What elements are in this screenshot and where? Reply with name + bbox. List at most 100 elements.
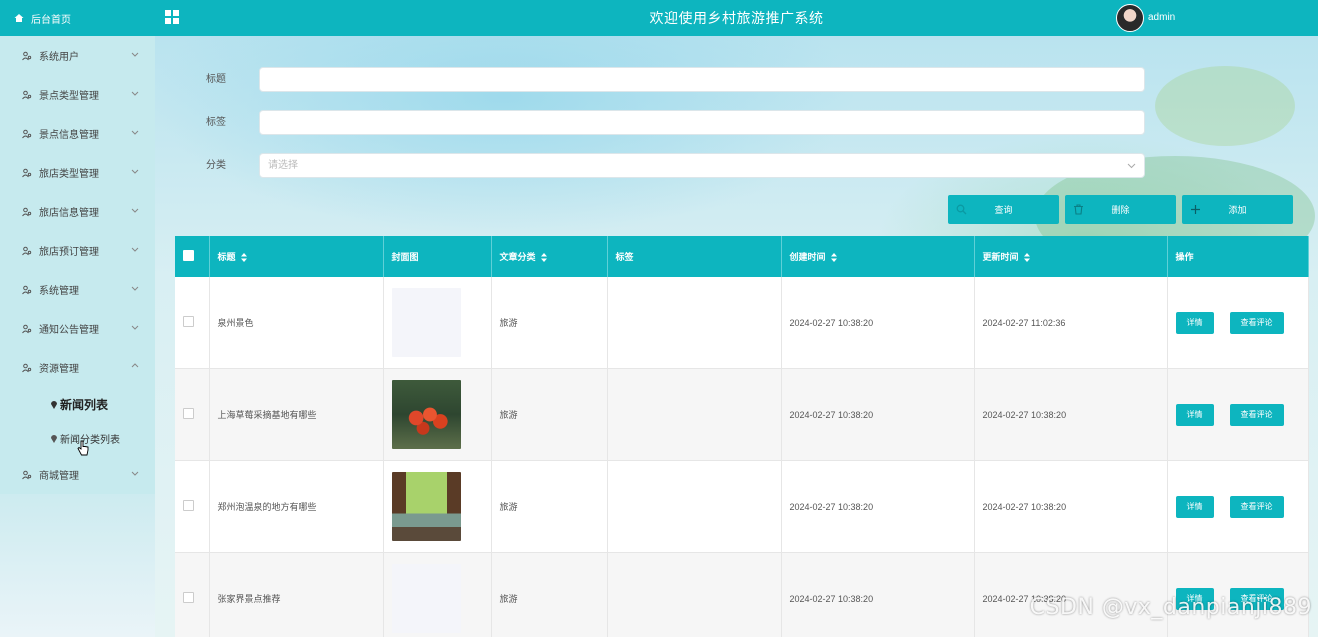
column-header-actions: 操作 xyxy=(1167,236,1309,277)
sidebar-home[interactable]: 后台首页 xyxy=(0,0,155,36)
sidebar-item-label: 商城管理 xyxy=(39,471,79,482)
table-header-row: 标题 封面图 文章分类 标签 创建时间 更新时间 操作 xyxy=(175,236,1309,277)
tag-cell xyxy=(607,368,782,461)
sidebar-item-resource[interactable]: 资源管理 xyxy=(0,348,155,387)
actions-cell: 详情 查看评论 xyxy=(1167,277,1309,369)
title-filter-row: 标题 xyxy=(155,66,1155,94)
sidebar-menu: 系统用户 景点类型管理 景点信息管理 旅店类型管理 旅店信息管理 旅店预订管理 xyxy=(0,36,155,494)
view-comments-button[interactable]: 查看评论 xyxy=(1229,311,1284,334)
title-filter-input[interactable] xyxy=(259,67,1145,92)
user-icon xyxy=(22,90,32,99)
column-header-cover: 封面图 xyxy=(383,236,492,277)
chevron-down-icon xyxy=(1127,163,1136,169)
sidebar-subitem-news-list[interactable]: 新闻列表 xyxy=(0,387,155,421)
sidebar-item-scenic-type[interactable]: 景点类型管理 xyxy=(0,75,155,114)
column-header-created[interactable]: 创建时间 xyxy=(781,236,975,277)
location-pin-icon xyxy=(51,435,57,443)
column-header-label: 标签 xyxy=(615,252,634,262)
sidebar-item-mall[interactable]: 商城管理 xyxy=(0,455,155,494)
title-filter-label: 标题 xyxy=(206,74,226,85)
cover-cell xyxy=(383,368,492,461)
sidebar-item-label: 旅店预订管理 xyxy=(39,247,99,258)
sidebar-item-system-manage[interactable]: 系统管理 xyxy=(0,270,155,309)
updated-cell: 2024-02-27 10:38:20 xyxy=(974,368,1168,461)
user-icon xyxy=(22,51,32,60)
sidebar-item-hotel-booking[interactable]: 旅店预订管理 xyxy=(0,231,155,270)
select-all-checkbox[interactable] xyxy=(183,250,194,261)
top-header: 欢迎使用乡村旅游推广系统 admin xyxy=(155,0,1318,36)
chevron-down-icon xyxy=(131,247,139,252)
row-select-cell xyxy=(175,552,210,637)
home-icon xyxy=(14,14,24,22)
sort-icon[interactable] xyxy=(830,253,837,263)
query-button[interactable]: 查询 xyxy=(948,195,1059,224)
category-filter-row: 分类 请选择 xyxy=(155,152,1155,180)
cover-cell xyxy=(383,552,492,637)
sort-icon[interactable] xyxy=(240,253,247,263)
sidebar-item-label: 景点类型管理 xyxy=(39,91,99,102)
column-header-label: 创建时间 xyxy=(789,252,826,262)
detail-button[interactable]: 详情 xyxy=(1175,311,1214,334)
row-checkbox[interactable] xyxy=(183,316,194,327)
sidebar-subitem-label: 新闻列表 xyxy=(60,397,109,412)
view-comments-button[interactable]: 查看评论 xyxy=(1229,403,1284,426)
column-header-label: 文章分类 xyxy=(499,252,536,262)
detail-button[interactable]: 详情 xyxy=(1175,403,1214,426)
username[interactable]: admin xyxy=(1148,0,1175,36)
chevron-down-icon xyxy=(131,208,139,213)
sidebar-subitem-label: 新闻分类列表 xyxy=(60,434,120,446)
category-cell: 旅游 xyxy=(491,368,608,461)
created-cell: 2024-02-27 10:38:20 xyxy=(781,368,975,461)
add-button[interactable]: 添加 xyxy=(1182,195,1293,224)
cover-image xyxy=(391,564,461,633)
user-icon xyxy=(22,285,32,294)
row-checkbox[interactable] xyxy=(183,592,194,603)
row-checkbox[interactable] xyxy=(183,408,194,419)
sidebar-item-label: 系统管理 xyxy=(39,286,79,297)
sort-icon[interactable] xyxy=(540,253,547,263)
tag-cell xyxy=(607,460,782,553)
sidebar-item-hotel-type[interactable]: 旅店类型管理 xyxy=(0,153,155,192)
location-pin-icon xyxy=(51,401,57,409)
column-header-label: 更新时间 xyxy=(982,252,1019,262)
sidebar-item-notice[interactable]: 通知公告管理 xyxy=(0,309,155,348)
created-cell: 2024-02-27 10:38:20 xyxy=(781,552,975,637)
avatar[interactable] xyxy=(1116,4,1144,32)
sort-icon[interactable] xyxy=(1023,253,1030,263)
user-icon xyxy=(22,168,32,177)
table-row: 上海草莓采摘基地有哪些 旅游 2024-02-27 10:38:20 2024-… xyxy=(175,368,1309,461)
detail-button[interactable]: 详情 xyxy=(1175,495,1214,518)
column-header-category[interactable]: 文章分类 xyxy=(491,236,608,277)
column-header-label: 标题 xyxy=(217,252,236,262)
user-icon xyxy=(22,207,32,216)
column-header-updated[interactable]: 更新时间 xyxy=(974,236,1168,277)
title-cell: 上海草莓采摘基地有哪些 xyxy=(209,368,384,461)
sidebar-item-scenic-info[interactable]: 景点信息管理 xyxy=(0,114,155,153)
tag-filter-input[interactable] xyxy=(259,110,1145,135)
user-icon xyxy=(22,363,32,372)
chevron-down-icon xyxy=(131,325,139,330)
plus-icon xyxy=(1191,205,1200,214)
updated-cell: 2024-02-27 10:38:20 xyxy=(974,460,1168,553)
user-icon xyxy=(22,246,32,255)
hand-cursor-icon xyxy=(77,440,89,456)
tag-filter-row: 标签 xyxy=(155,109,1155,137)
category-select[interactable]: 请选择 xyxy=(259,153,1145,178)
chevron-down-icon xyxy=(131,130,139,135)
category-cell: 旅游 xyxy=(491,460,608,553)
view-comments-button[interactable]: 查看评论 xyxy=(1229,495,1284,518)
chevron-down-icon xyxy=(131,91,139,96)
sidebar-item-label: 旅店信息管理 xyxy=(39,208,99,219)
sidebar-item-hotel-info[interactable]: 旅店信息管理 xyxy=(0,192,155,231)
column-header-title[interactable]: 标题 xyxy=(209,236,384,277)
title-cell: 泉州景色 xyxy=(209,277,384,369)
created-cell: 2024-02-27 10:38:20 xyxy=(781,460,975,553)
chevron-down-icon xyxy=(131,471,139,476)
delete-button[interactable]: 删除 xyxy=(1065,195,1176,224)
row-select-cell xyxy=(175,460,210,553)
sidebar-item-label: 景点信息管理 xyxy=(39,130,99,141)
row-checkbox[interactable] xyxy=(183,500,194,511)
header-select-all[interactable] xyxy=(175,236,210,277)
sidebar-item-system-users[interactable]: 系统用户 xyxy=(0,36,155,75)
trash-icon xyxy=(1074,204,1083,215)
